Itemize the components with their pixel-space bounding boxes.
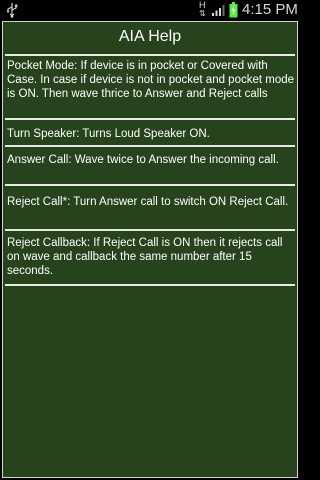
status-clock: 4:15 PM <box>242 1 298 18</box>
divider <box>5 284 295 286</box>
status-bar: H ⇅ 4:15 PM <box>0 0 300 20</box>
help-item-reject-callback: Reject Callback: If Reject Call is ON th… <box>7 237 283 277</box>
help-item-pocket-mode: Pocket Mode: If device is in pocket or C… <box>7 60 295 100</box>
divider <box>5 145 295 147</box>
help-item-turn-speaker: Turn Speaker: Turns Loud Speaker ON. <box>7 128 210 140</box>
divider <box>5 118 295 120</box>
battery-charging-icon <box>229 2 238 18</box>
usb-icon <box>6 2 18 18</box>
help-item-answer-call: Answer Call: Wave twice to Answer the in… <box>7 154 279 166</box>
help-item-reject-call: Reject Call*: Turn Answer call to switch… <box>7 196 289 208</box>
divider <box>5 184 295 186</box>
page-title: AIA Help <box>118 28 182 45</box>
help-screen: AIA Help Pocket Mode: If device is in po… <box>2 21 298 478</box>
divider <box>5 229 295 231</box>
signal-icon <box>211 3 225 17</box>
data-activity-icon: ⇅ <box>199 9 206 18</box>
divider <box>5 54 295 56</box>
